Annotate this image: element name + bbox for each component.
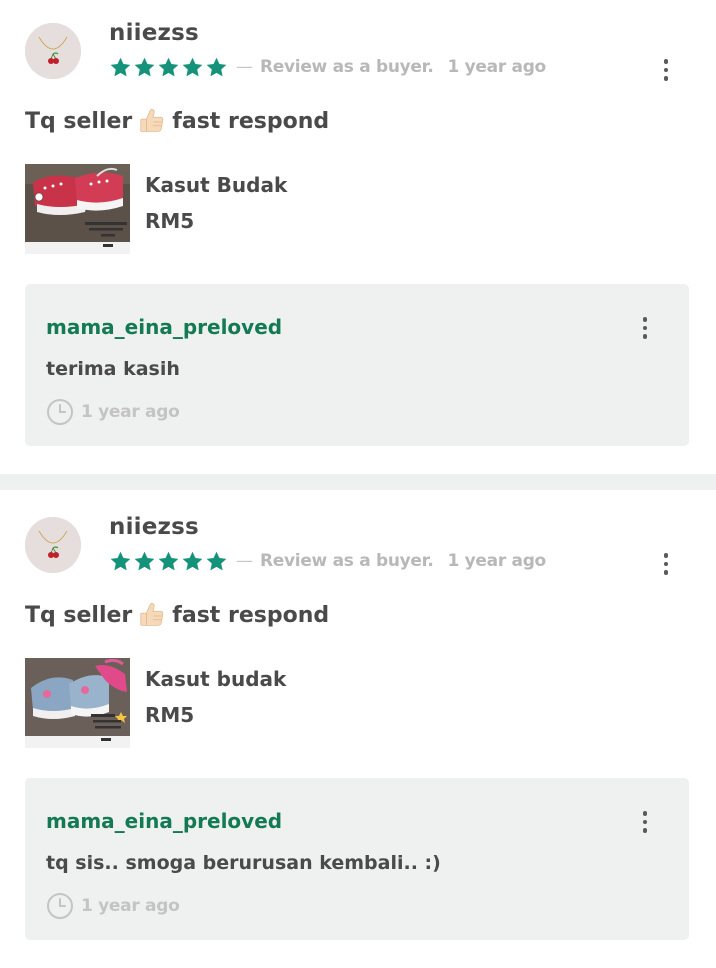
- review-separator: [0, 474, 716, 490]
- product-price: RM5: [145, 703, 195, 727]
- star-icon: [158, 551, 179, 570]
- star-icon: [206, 551, 227, 570]
- reply-text: terima kasih: [46, 358, 180, 380]
- avatar[interactable]: [25, 517, 81, 573]
- avatar[interactable]: [25, 23, 81, 79]
- more-vertical-icon[interactable]: [633, 808, 657, 836]
- more-vertical-icon[interactable]: [633, 314, 657, 342]
- review-time: 1 year ago: [447, 551, 546, 571]
- star-icon: [158, 57, 179, 76]
- product-name[interactable]: Kasut budak: [145, 667, 286, 691]
- meta-dash: —: [236, 57, 253, 77]
- product-name[interactable]: Kasut Budak: [145, 173, 287, 197]
- star-icon: [182, 57, 203, 76]
- more-vertical-icon[interactable]: [654, 550, 678, 578]
- reply-time-row: 1 year ago: [46, 398, 180, 426]
- reply-time: 1 year ago: [81, 896, 180, 916]
- star-icon: [134, 551, 155, 570]
- review-text: Tq seller fast respond: [25, 600, 329, 630]
- reviewer-username[interactable]: niiezss: [109, 20, 199, 46]
- review-time: 1 year ago: [447, 57, 546, 77]
- review-card: niiezss — Review as a buyer. 1 year ago …: [0, 494, 716, 968]
- reply-username[interactable]: mama_eina_preloved: [46, 315, 282, 339]
- seller-reply: mama_eina_preloved tq sis.. smoga beruru…: [25, 778, 689, 940]
- star-icon: [110, 551, 131, 570]
- thumbs-up-emoji: [140, 109, 164, 132]
- star-icon: [134, 57, 155, 76]
- review-meta: — Review as a buyer. 1 year ago: [109, 549, 546, 573]
- star-icon: [110, 57, 131, 76]
- reviewer-username[interactable]: niiezss: [109, 514, 199, 540]
- review-text-before: Tq seller: [25, 602, 133, 628]
- clock-icon: [47, 399, 73, 425]
- review-text-before: Tq seller: [25, 108, 133, 134]
- star-icon: [206, 57, 227, 76]
- seller-reply: mama_eina_preloved terima kasih 1 year a…: [25, 284, 689, 446]
- review-text-after: fast respond: [172, 108, 330, 134]
- review-meta: — Review as a buyer. 1 year ago: [109, 55, 546, 79]
- meta-dash: —: [236, 551, 253, 571]
- reply-username[interactable]: mama_eina_preloved: [46, 809, 282, 833]
- product-image[interactable]: [25, 164, 130, 254]
- star-icon: [182, 551, 203, 570]
- product-price: RM5: [145, 209, 195, 233]
- thumbs-up-emoji: [140, 603, 164, 626]
- star-rating: [109, 56, 229, 79]
- clock-icon: [47, 893, 73, 919]
- review-role: Review as a buyer.: [260, 57, 434, 77]
- review-card: niiezss — Review as a buyer. 1 year ago …: [0, 0, 716, 474]
- product-image[interactable]: [25, 658, 130, 748]
- star-rating: [109, 550, 229, 573]
- review-text-after: fast respond: [172, 602, 330, 628]
- review-text: Tq seller fast respond: [25, 106, 329, 136]
- reply-time: 1 year ago: [81, 402, 180, 422]
- reply-time-row: 1 year ago: [46, 892, 180, 920]
- more-vertical-icon[interactable]: [654, 56, 678, 84]
- reply-text: tq sis.. smoga berurusan kembali.. :): [46, 852, 441, 874]
- review-role: Review as a buyer.: [260, 551, 434, 571]
